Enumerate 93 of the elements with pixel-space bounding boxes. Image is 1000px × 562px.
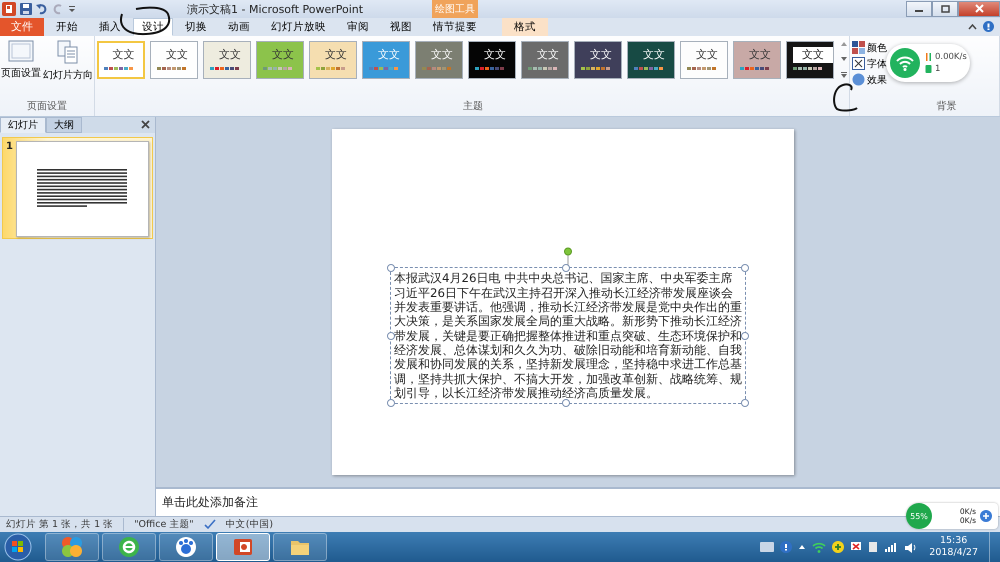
- powerpoint-icon[interactable]: [2, 2, 16, 16]
- undo-icon[interactable]: [36, 2, 48, 15]
- file-tab[interactable]: 文件: [0, 18, 44, 36]
- resize-handle[interactable]: [741, 332, 749, 340]
- theme-thumbnail[interactable]: 文文: [680, 40, 728, 79]
- wifi-icon[interactable]: [812, 542, 826, 553]
- theme-thumbnail[interactable]: 文文: [574, 40, 622, 79]
- save-icon[interactable]: [20, 2, 32, 15]
- rotation-handle[interactable]: [563, 247, 573, 268]
- group-label: 背景: [936, 100, 958, 114]
- theme-thumbnail[interactable]: 文文: [627, 40, 675, 79]
- theme-thumbnail[interactable]: 文文: [203, 40, 251, 79]
- window-title: 演示文稿1 - Microsoft PowerPoint: [187, 2, 364, 17]
- ribbon-button[interactable]: 页面设置: [0, 36, 42, 99]
- group-label: 页面设置: [26, 100, 68, 114]
- maximize-icon: [940, 4, 950, 13]
- group-label: 主题: [462, 100, 484, 114]
- slide-text: 本报武汉4月26日电 中共中央总书记、国家主席、中央军委主席习近平26日下午在武汉主持召开深入推动长江经济带发展座谈会并发表重要讲话。他强调，推动长江经济带发展是党中央作出的重大决策，是关系国家发展全局的重大战略。新形势下推动长江经济带发展，关键是要正确把握整体推进和重点突破、生态环境保护和经济发展、总体谋划和久久为功、破除旧动能和培育新动能、自我发展和协同发展的关系，坚持新发展理念，坚持稳中求进工作总基调，坚持共抓大保护、不搞大开发，加强改革创新、战略统筹、规划引导，以长江经济带发展推动经济高质量发展。: [394, 271, 742, 400]
- pages-icon: [57, 40, 79, 64]
- show-hidden-icon[interactable]: [798, 544, 806, 550]
- panel-tab[interactable]: 幻灯片: [0, 116, 46, 133]
- resize-handle[interactable]: [387, 264, 395, 272]
- resize-handle[interactable]: [387, 332, 395, 340]
- theme-thumbnail[interactable]: 文文: [415, 40, 463, 79]
- spell-check-icon[interactable]: [204, 519, 216, 530]
- theme-thumbnail[interactable]: 文文: [256, 40, 304, 79]
- slide-thumbnail-item[interactable]: 1: [2, 136, 153, 239]
- start-button[interactable]: [4, 533, 32, 562]
- close-icon: [974, 4, 984, 14]
- speed-text: 0.00K/s: [935, 52, 967, 62]
- close-button[interactable]: [958, 0, 1000, 17]
- ribbon-tab[interactable]: 开始: [47, 18, 87, 36]
- theme-thumbnail[interactable]: 文文: [150, 40, 198, 79]
- notes-prompt: 单击此处添加备注: [162, 494, 258, 512]
- theme-option-button[interactable]: 颜色: [850, 40, 894, 55]
- theme-option-button[interactable]: 字体: [850, 56, 894, 71]
- ribbon-tab[interactable]: 情节提要: [424, 18, 486, 36]
- taskbar-app[interactable]: [159, 533, 213, 562]
- wifi-icon: [890, 48, 920, 78]
- taskbar-app[interactable]: [45, 533, 99, 562]
- usage-percent: 55%: [906, 503, 932, 529]
- resize-handle[interactable]: [387, 399, 395, 408]
- taskbar-app[interactable]: [102, 533, 156, 562]
- customize-icon[interactable]: [68, 4, 76, 14]
- theme-name: "Office 主题": [123, 518, 194, 532]
- device-count: 1: [935, 64, 940, 74]
- taskbar-app[interactable]: [216, 533, 270, 562]
- theme-thumbnail[interactable]: 文文: [309, 40, 357, 79]
- color-squares-icon: [852, 41, 865, 54]
- ribbon-tab[interactable]: 幻灯片放映: [262, 18, 335, 36]
- resize-handle[interactable]: [562, 399, 570, 408]
- volume-icon[interactable]: [904, 542, 918, 553]
- signal-icon[interactable]: [884, 542, 898, 552]
- ribbon-tab[interactable]: 视图: [381, 18, 421, 36]
- resize-handle[interactable]: [741, 399, 749, 408]
- taskbar-app[interactable]: [273, 533, 327, 562]
- pinwheel-icon: [61, 536, 83, 558]
- resize-handle[interactable]: [562, 264, 570, 272]
- language-text: 中文(中国): [226, 518, 274, 532]
- theme-thumbnail[interactable]: 文文: [97, 40, 145, 79]
- theme-thumbnail[interactable]: 文文: [521, 40, 569, 79]
- theme-thumbnail[interactable]: 文文: [786, 40, 834, 79]
- slide-count: 幻灯片 第 1 张，共 1 张: [6, 518, 114, 532]
- scroll-up-icon[interactable]: [840, 40, 848, 47]
- clock[interactable]: 15:36 2018/4/27: [921, 535, 986, 560]
- ribbon-tab[interactable]: 切换: [176, 18, 216, 36]
- ribbon-tab[interactable]: 审阅: [338, 18, 378, 36]
- maximize-button[interactable]: [932, 0, 958, 17]
- ribbon-tab[interactable]: 插入: [90, 18, 130, 36]
- ribbon-tab[interactable]: 格式: [502, 18, 548, 36]
- device-icon[interactable]: [868, 541, 878, 554]
- more-icon[interactable]: [840, 70, 848, 79]
- font-icon: [852, 57, 865, 70]
- close-icon[interactable]: [141, 120, 150, 130]
- scroll-down-icon[interactable]: [840, 56, 848, 62]
- theme-thumbnail[interactable]: 文文: [733, 40, 781, 79]
- context-tab-group: 绘图工具: [432, 0, 478, 18]
- help-icon[interactable]: [983, 21, 994, 32]
- panel-tab[interactable]: 大纲: [46, 116, 82, 133]
- collapse-ribbon-icon[interactable]: [968, 24, 977, 30]
- paw-icon: [175, 536, 197, 558]
- transfer-icon: [925, 52, 932, 62]
- page-setup-icon: [8, 40, 34, 62]
- browser-icon: [118, 536, 140, 558]
- plus-icon[interactable]: [980, 510, 992, 522]
- ribbon-button[interactable]: 幻灯片方向: [42, 36, 94, 99]
- resize-handle[interactable]: [741, 264, 749, 272]
- ribbon-tab[interactable]: 动画: [219, 18, 259, 36]
- theme-thumbnail[interactable]: 文文: [468, 40, 516, 79]
- phone-icon: [925, 64, 932, 74]
- help-icon[interactable]: [780, 541, 792, 554]
- minimize-button[interactable]: [906, 0, 932, 17]
- circle-icon: [852, 73, 865, 86]
